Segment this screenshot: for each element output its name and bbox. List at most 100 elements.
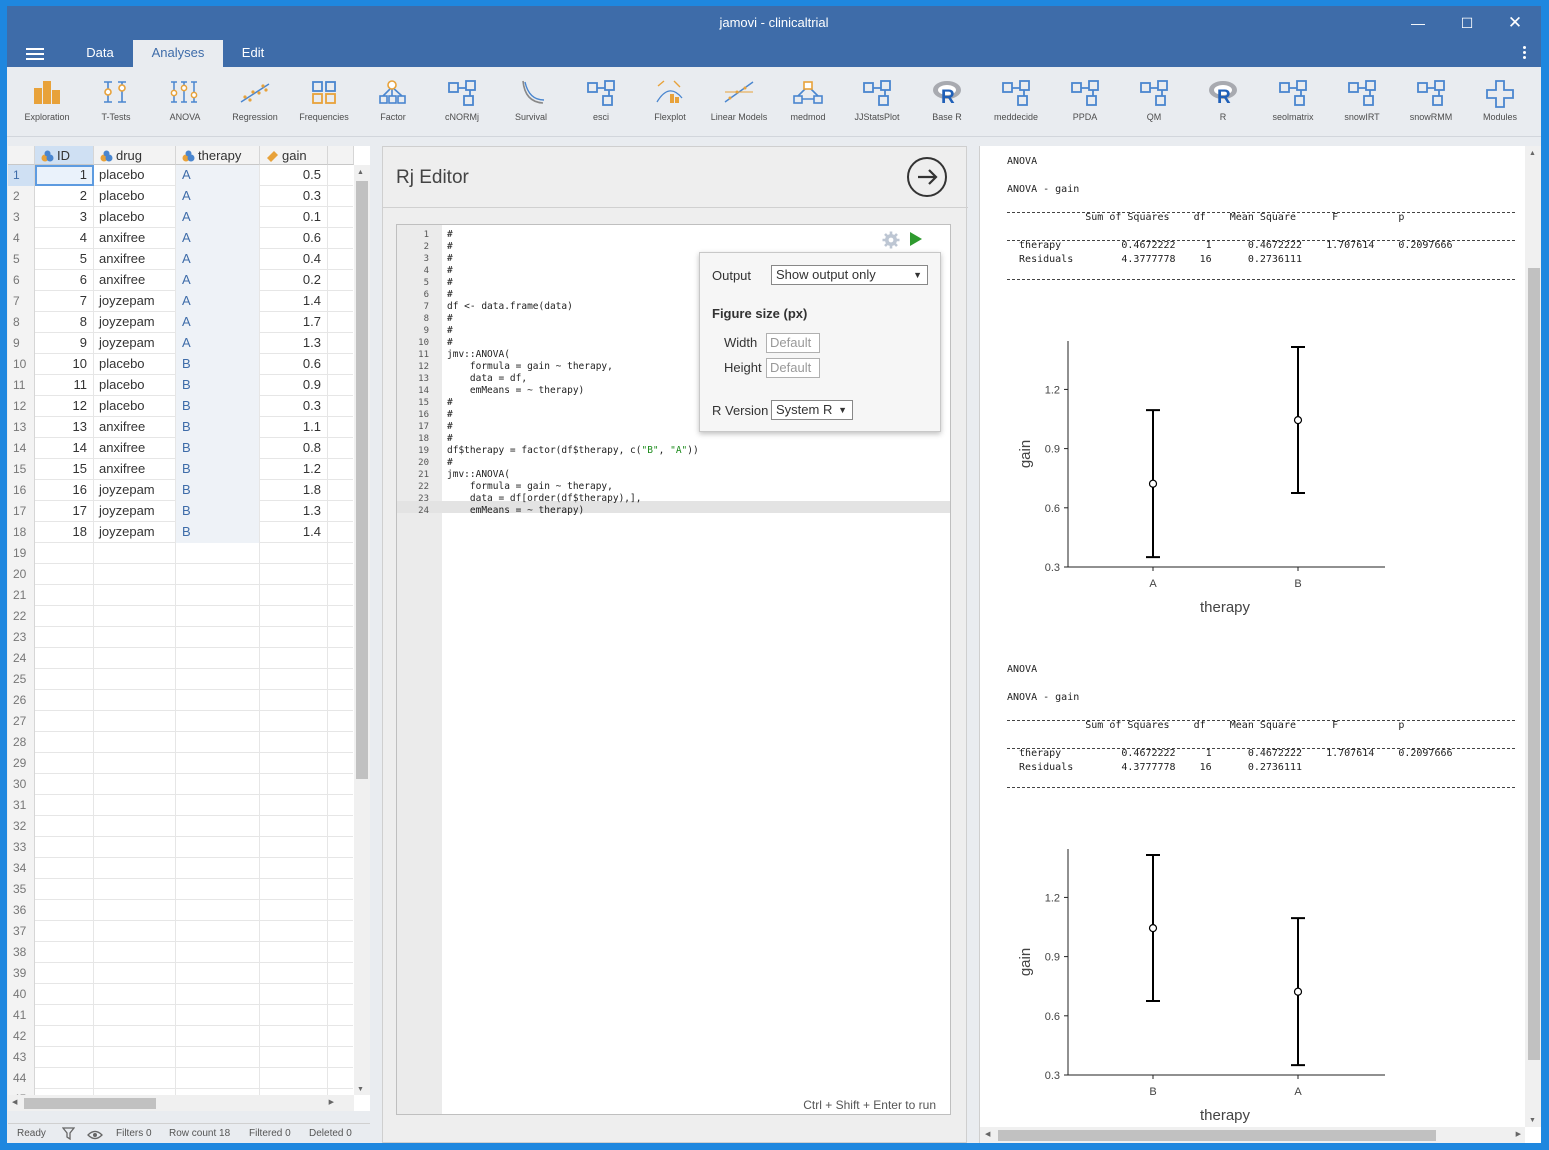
row-number[interactable]: 21 (8, 585, 35, 606)
cell-gain[interactable]: 1.8 (260, 480, 328, 501)
scroll-right-icon[interactable]: ▶ (329, 1098, 334, 1106)
cell-id[interactable]: 13 (35, 417, 94, 438)
cell-drug[interactable] (94, 879, 176, 900)
cell-therapy[interactable] (176, 879, 260, 900)
cell-id[interactable] (35, 543, 94, 564)
row-number[interactable]: 33 (8, 837, 35, 858)
table-row[interactable]: 23 (8, 627, 353, 648)
cell-id[interactable] (35, 564, 94, 585)
cell-drug[interactable]: placebo (94, 354, 176, 375)
cell-therapy[interactable] (176, 795, 260, 816)
cell-gain[interactable]: 1.2 (260, 459, 328, 480)
row-number[interactable]: 14 (8, 438, 35, 459)
row-number[interactable]: 20 (8, 564, 35, 585)
table-row[interactable]: 1 1 placebo A 0.5 (8, 165, 353, 186)
ribbon-button-cnormj[interactable]: cNORMj (428, 78, 496, 122)
cell-drug[interactable]: placebo (94, 375, 176, 396)
cell-therapy[interactable]: B (176, 417, 260, 438)
cell-therapy[interactable]: A (176, 207, 260, 228)
table-row[interactable]: 4 4 anxifree A 0.6 (8, 228, 353, 249)
cell-gain[interactable] (260, 1026, 328, 1047)
table-row[interactable]: 19 (8, 543, 353, 564)
cell-id[interactable] (35, 711, 94, 732)
horizontal-scrollbar[interactable]: ◀ ▶ (8, 1095, 354, 1111)
table-row[interactable]: 26 (8, 690, 353, 711)
table-row[interactable]: 44 (8, 1068, 353, 1089)
cell-id[interactable] (35, 606, 94, 627)
cell-gain[interactable]: 1.1 (260, 417, 328, 438)
cell-gain[interactable] (260, 627, 328, 648)
row-number[interactable]: 12 (8, 396, 35, 417)
cell-gain[interactable]: 0.6 (260, 354, 328, 375)
cell-gain[interactable]: 0.6 (260, 228, 328, 249)
cell-gain[interactable]: 0.1 (260, 207, 328, 228)
table-row[interactable]: 20 (8, 564, 353, 585)
cell-therapy[interactable] (176, 585, 260, 606)
cell-therapy[interactable]: B (176, 375, 260, 396)
cell-therapy[interactable]: A (176, 249, 260, 270)
cell-gain[interactable] (260, 837, 328, 858)
cell-drug[interactable]: joyzepam (94, 291, 176, 312)
table-row[interactable]: 42 (8, 1026, 353, 1047)
row-number[interactable]: 22 (8, 606, 35, 627)
cell-id[interactable]: 1 (35, 165, 94, 186)
cell-gain[interactable]: 1.4 (260, 291, 328, 312)
cell-gain[interactable] (260, 879, 328, 900)
row-number[interactable]: 29 (8, 753, 35, 774)
cell-gain[interactable] (260, 585, 328, 606)
cell-gain[interactable] (260, 690, 328, 711)
cell-drug[interactable]: placebo (94, 165, 176, 186)
cell-gain[interactable] (260, 858, 328, 879)
cell-id[interactable] (35, 732, 94, 753)
table-row[interactable]: 35 (8, 879, 353, 900)
cell-gain[interactable]: 1.7 (260, 312, 328, 333)
cell-therapy[interactable] (176, 921, 260, 942)
cell-id[interactable] (35, 795, 94, 816)
cell-gain[interactable] (260, 732, 328, 753)
height-input[interactable]: Default (766, 358, 820, 378)
cell-gain[interactable] (260, 900, 328, 921)
tab-data[interactable]: Data (71, 40, 129, 67)
cell-drug[interactable] (94, 564, 176, 585)
row-number[interactable]: 11 (8, 375, 35, 396)
cell-therapy[interactable] (176, 984, 260, 1005)
ribbon-button-qm[interactable]: QM (1120, 78, 1188, 122)
cell-id[interactable]: 6 (35, 270, 94, 291)
cell-id[interactable]: 9 (35, 333, 94, 354)
cell-drug[interactable] (94, 942, 176, 963)
row-number[interactable]: 32 (8, 816, 35, 837)
ribbon-button-ppda[interactable]: PPDA (1051, 78, 1119, 122)
cell-therapy[interactable]: B (176, 480, 260, 501)
cell-id[interactable] (35, 879, 94, 900)
row-number[interactable]: 18 (8, 522, 35, 543)
table-row[interactable]: 15 15 anxifree B 1.2 (8, 459, 353, 480)
cell-id[interactable]: 10 (35, 354, 94, 375)
row-number[interactable]: 5 (8, 249, 35, 270)
table-row[interactable]: 18 18 joyzepam B 1.4 (8, 522, 353, 543)
row-number[interactable]: 1 (8, 165, 35, 186)
table-row[interactable]: 36 (8, 900, 353, 921)
cell-gain[interactable] (260, 753, 328, 774)
row-number[interactable]: 40 (8, 984, 35, 1005)
row-number[interactable]: 4 (8, 228, 35, 249)
table-row[interactable]: 22 (8, 606, 353, 627)
scrollbar-thumb[interactable] (998, 1130, 1436, 1141)
column-header-therapy[interactable]: therapy (176, 146, 260, 165)
ribbon-button-jjstatsplot[interactable]: JJStatsPlot (843, 78, 911, 122)
table-row[interactable]: 27 (8, 711, 353, 732)
cell-therapy[interactable]: B (176, 522, 260, 543)
ribbon-button-medmod[interactable]: medmod (774, 78, 842, 122)
cell-therapy[interactable] (176, 963, 260, 984)
cell-gain[interactable] (260, 543, 328, 564)
cell-drug[interactable] (94, 543, 176, 564)
table-row[interactable]: 6 6 anxifree A 0.2 (8, 270, 353, 291)
table-row[interactable]: 24 (8, 648, 353, 669)
cell-gain[interactable] (260, 921, 328, 942)
row-number[interactable]: 8 (8, 312, 35, 333)
cell-gain[interactable] (260, 648, 328, 669)
scroll-up-icon[interactable]: ▲ (1529, 150, 1536, 157)
cell-id[interactable]: 16 (35, 480, 94, 501)
cell-drug[interactable] (94, 1047, 176, 1068)
ribbon-button-frequencies[interactable]: Frequencies (290, 78, 358, 122)
scrollbar-thumb[interactable] (24, 1098, 156, 1109)
